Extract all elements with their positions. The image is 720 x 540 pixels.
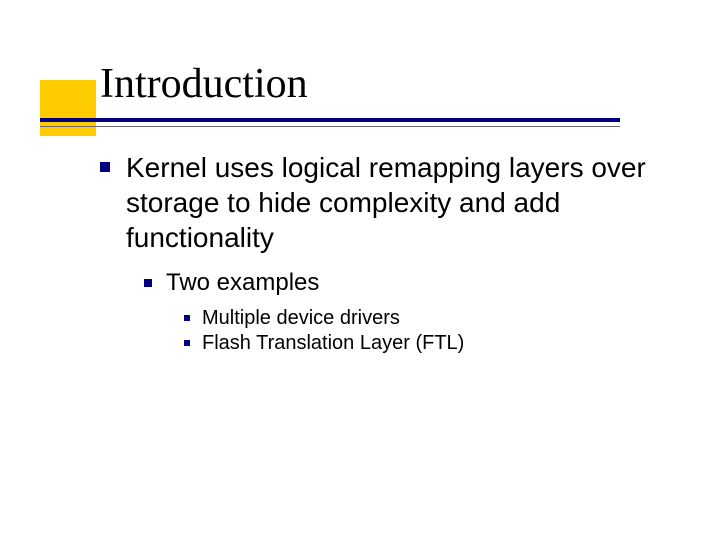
title-underline-thin xyxy=(40,126,620,127)
slide-title: Introduction xyxy=(100,60,308,108)
bullet-icon xyxy=(144,279,152,287)
bullet-text: Multiple device drivers xyxy=(202,307,400,330)
title-underline-thick xyxy=(40,118,620,122)
slide: Introduction Kernel uses logical remappi… xyxy=(0,0,720,540)
bullet-icon xyxy=(184,340,190,346)
slide-body: Kernel uses logical remapping layers ove… xyxy=(100,150,660,355)
list-item: Two examples xyxy=(144,269,660,297)
bullet-text: Flash Translation Layer (FTL) xyxy=(202,332,464,355)
list-item: Kernel uses logical remapping layers ove… xyxy=(100,150,660,255)
bullet-text: Two examples xyxy=(166,269,319,297)
bullet-icon xyxy=(100,162,110,172)
accent-square xyxy=(40,80,96,136)
list-item: Flash Translation Layer (FTL) xyxy=(184,332,660,355)
list-item: Multiple device drivers xyxy=(184,307,660,330)
bullet-text: Kernel uses logical remapping layers ove… xyxy=(126,150,660,255)
bullet-icon xyxy=(184,315,190,321)
